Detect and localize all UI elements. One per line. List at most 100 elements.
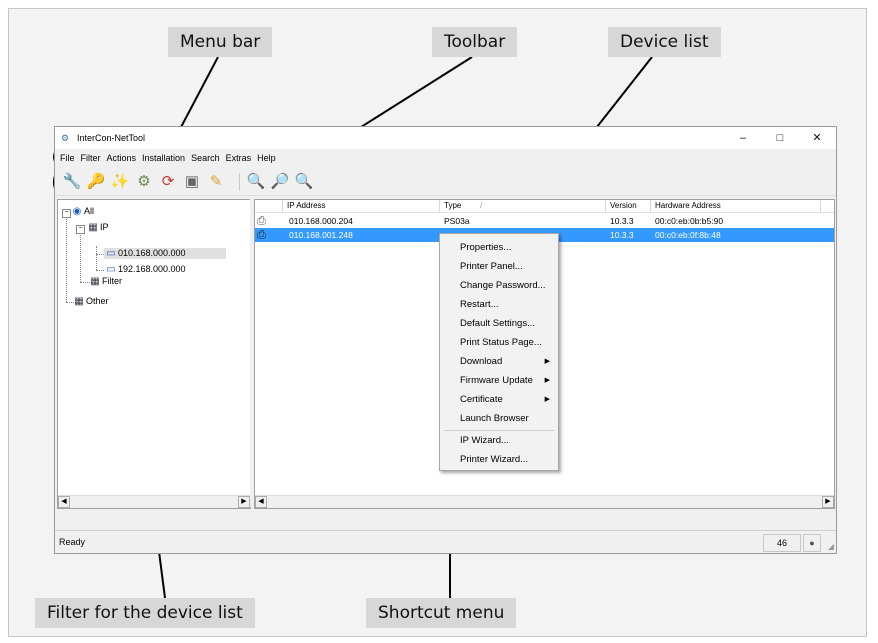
wrench-icon[interactable]: 🔧 [61,171,83,193]
menu-item-label: Print Status Page... [460,337,542,348]
status-text: Ready [59,537,86,547]
menu-filter[interactable]: Filter [78,149,104,167]
submenu-arrow-icon: ▶ [544,377,550,384]
column-header-ip-address[interactable]: IP Address [283,200,440,212]
scroll-left-arrow-icon[interactable]: ◀ [58,496,70,508]
tree-horizontal-scrollbar[interactable]: ◀ ▶ [58,495,250,508]
gear-icon[interactable]: ⚙ [133,171,155,193]
tree-label: IP [100,222,109,232]
tree-connector [80,230,81,282]
menu-item-label: Restart... [460,299,499,310]
menu-item-firmware-update[interactable]: Firmware Update ▶ [440,371,558,390]
tree-node-all[interactable]: ◉ All [70,206,94,217]
menu-item-printer-panel[interactable]: Printer Panel... [440,257,558,276]
menu-actions[interactable]: Actions [104,149,140,167]
column-header-icon[interactable] [255,200,283,212]
tree-connector [96,254,104,255]
tree-label: 192.168.000.000 [118,264,186,274]
cell-version: 10.3.3 [610,230,634,240]
title-bar: ⚙ InterCon-NetTool – □ ✕ [55,127,836,149]
menu-item-ip-wizard[interactable]: IP Wizard... [440,431,558,450]
tree-label: 010.168.000.000 [118,248,186,258]
menu-item-label: Properties... [460,242,512,253]
printer-icon[interactable]: ✎ [205,171,227,193]
resize-grip-icon[interactable]: ◢ [828,542,834,551]
tree-node-other[interactable]: ▦ Other [72,296,108,307]
callout-shortcut-menu: Shortcut menu [366,598,517,628]
globe-network-icon: ◉ [72,206,82,217]
tree-node-ip-subnet-1[interactable]: ▭ 010.168.000.000 [104,248,226,259]
list-horizontal-scrollbar[interactable]: ◀ ▶ [255,495,834,508]
menu-help[interactable]: Help [254,149,279,167]
menu-item-label: Printer Wizard... [460,454,529,465]
refresh-icon[interactable]: ⟳ [157,171,179,193]
close-button[interactable]: ✕ [799,127,835,149]
scroll-left-arrow-icon[interactable]: ◀ [255,496,267,508]
device-count: 46 [763,534,801,552]
status-bar: Ready 46 ● ◢ [55,530,836,553]
menu-bar: File Filter Actions Installation Search Extra… [55,149,836,167]
tree-label: Filter [102,276,122,286]
menu-item-label: Launch Browser [460,413,529,424]
column-header-type[interactable]: Type / [440,200,606,212]
folder-icon: ▭ [106,264,116,275]
menu-installation[interactable]: Installation [139,149,188,167]
toolbar: 🔧 🔑 ✨ ⚙ ⟳ ▣ ✎ 🔍 🔎 🔍 [55,167,836,196]
device-icon[interactable]: ▣ [181,171,203,193]
menu-item-change-password[interactable]: Change Password... [440,276,558,295]
wand-icon[interactable]: ✨ [109,171,131,193]
tree-node-filter[interactable]: ▦ Filter [88,276,122,287]
menu-item-properties[interactable]: Properties... [440,238,558,257]
printer-device-icon: ⎙ [257,215,266,227]
toolbar-separator [239,173,240,191]
table-row[interactable]: ⎙ 010.168.000.204 PS03a 10.3.3 00:c0:eb:… [255,214,834,228]
search-alt-icon[interactable]: 🔍 [293,171,315,193]
key-icon[interactable]: 🔑 [85,171,107,193]
menu-item-restart[interactable]: Restart... [440,295,558,314]
menu-extras[interactable]: Extras [223,149,255,167]
list-header: IP Address Type / Version Hardware Addre… [255,200,834,213]
submenu-arrow-icon: ▶ [544,358,550,365]
tree-expander[interactable]: − [76,225,85,234]
menu-item-default-settings[interactable]: Default Settings... [440,314,558,333]
tree-node-ip[interactable]: ▦ IP [86,222,109,233]
network-computers-icon: ▦ [88,222,98,233]
scroll-right-arrow-icon[interactable]: ▶ [822,496,834,508]
filter-tree: − ◉ All − ▦ IP ▭ 010.168.000.000 ▭ 192.168.0… [57,199,251,509]
shortcut-menu: Properties... Printer Panel... Change Pa… [439,233,559,471]
minimize-button[interactable]: – [725,127,761,149]
window-title: InterCon-NetTool [77,133,146,143]
menu-file[interactable]: File [57,149,78,167]
menu-item-label: Firmware Update [460,375,533,386]
callout-filter: Filter for the device list [35,598,255,628]
submenu-arrow-icon: ▶ [544,396,550,403]
cell-type: PS03a [444,216,470,226]
menu-item-label: Certificate [460,394,503,405]
scroll-right-arrow-icon[interactable]: ▶ [238,496,250,508]
search-add-icon[interactable]: 🔎 [269,171,291,193]
menu-item-launch-browser[interactable]: Launch Browser [440,409,558,428]
menu-item-download[interactable]: Download ▶ [440,352,558,371]
cell-hardware-address: 00:c0:eb:0b:b5:90 [655,216,724,226]
menu-item-label: Download [460,356,503,367]
cell-ip-address: 010.168.001.248 [289,230,353,240]
network-computers-icon: ▦ [74,296,84,307]
column-label: Type [444,201,462,210]
maximize-button[interactable]: □ [762,127,798,149]
tree-node-ip-subnet-2[interactable]: ▭ 192.168.000.000 [104,264,186,275]
status-indicator-icon: ● [803,534,821,552]
menu-item-label: Default Settings... [460,318,535,329]
folder-open-icon: ▭ [106,248,116,259]
column-header-hardware-address[interactable]: Hardware Address [651,200,821,212]
menu-item-print-status-page[interactable]: Print Status Page... [440,333,558,352]
cell-version: 10.3.3 [610,216,634,226]
search-icon[interactable]: 🔍 [245,171,267,193]
menu-item-printer-wizard[interactable]: Printer Wizard... [440,450,558,469]
menu-item-label: IP Wizard... [460,435,509,446]
column-header-version[interactable]: Version [606,200,651,212]
network-computers-icon: ▦ [90,276,100,287]
callout-device-list: Device list [608,27,721,57]
menu-item-certificate[interactable]: Certificate ▶ [440,390,558,409]
menu-search[interactable]: Search [188,149,223,167]
sort-indicator-icon: / [480,201,483,210]
